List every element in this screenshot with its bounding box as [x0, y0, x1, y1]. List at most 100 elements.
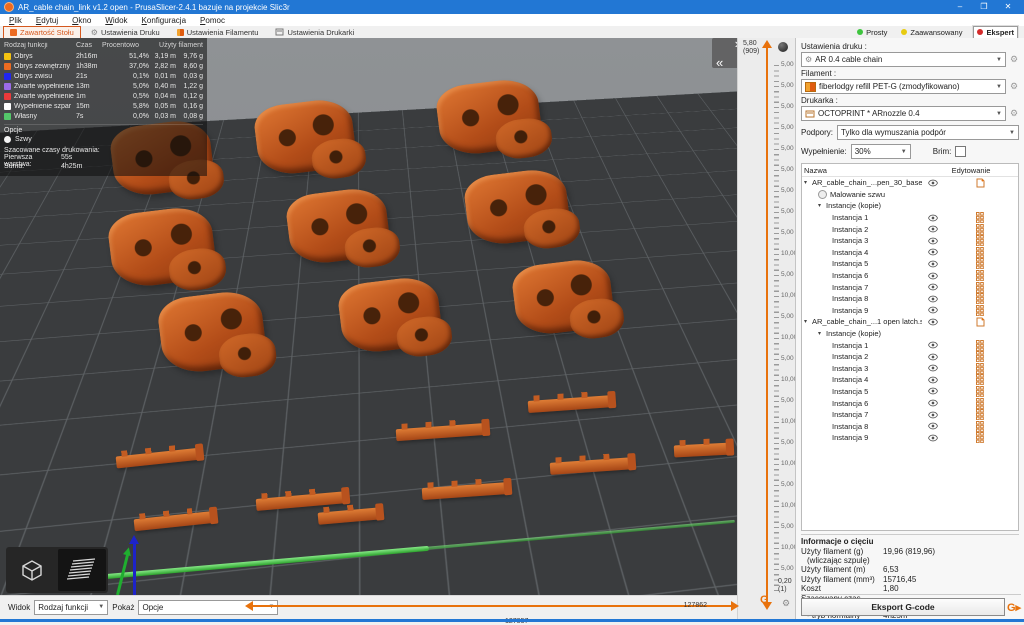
visibility-eye-icon[interactable]: [922, 295, 944, 303]
visibility-eye-icon[interactable]: [922, 179, 944, 187]
horizontal-range-slider[interactable]: 127862 127857: [245, 601, 739, 625]
seam-paint-row[interactable]: Malowanie szwu: [802, 189, 1018, 201]
visibility-eye-icon[interactable]: [922, 387, 944, 395]
visibility-eye-icon[interactable]: [922, 214, 944, 222]
instance-grid-icon[interactable]: [944, 235, 1016, 247]
instance-grid-icon[interactable]: [944, 374, 1016, 386]
maximize-button[interactable]: ❐: [972, 0, 996, 14]
instance-row[interactable]: Instancja 4: [802, 374, 1018, 386]
instance-grid-icon[interactable]: [944, 420, 1016, 432]
instance-grid-icon[interactable]: [944, 432, 1016, 444]
visibility-eye-icon[interactable]: [922, 353, 944, 361]
object-chain-link[interactable]: [155, 287, 269, 377]
instance-grid-icon[interactable]: [944, 258, 1016, 270]
visibility-eye-icon[interactable]: [922, 422, 944, 430]
layer-slider-handle[interactable]: [778, 42, 788, 52]
gear-icon[interactable]: ⚙: [782, 598, 790, 609]
printer-gear-button[interactable]: ⚙: [1009, 108, 1019, 119]
menu-item[interactable]: Edytuj: [29, 16, 65, 25]
instance-grid-icon[interactable]: [944, 212, 1016, 224]
expand-arrow-icon[interactable]: ▾: [804, 318, 812, 325]
supports-select[interactable]: Tylko dla wymuszania podpór ▼: [837, 125, 1019, 140]
visibility-eye-icon[interactable]: [922, 306, 944, 314]
instance-row[interactable]: Instancja 4: [802, 246, 1018, 259]
gcode-marker-icon[interactable]: G: [760, 594, 769, 606]
instance-row[interactable]: Instancja 1: [802, 212, 1018, 224]
instance-grid-icon[interactable]: [944, 304, 1016, 317]
visibility-eye-icon[interactable]: [922, 225, 944, 233]
instance-row[interactable]: Instancja 2: [802, 223, 1018, 235]
minimize-button[interactable]: –: [948, 0, 972, 14]
edit-object-icon[interactable]: [944, 178, 1016, 188]
instance-row[interactable]: Instancja 3: [802, 362, 1018, 375]
visibility-eye-icon[interactable]: [922, 318, 944, 326]
instances-group-row[interactable]: ▾ Instancje (kopie): [802, 200, 1018, 212]
filament-select[interactable]: fiberlodgy refill PET-G (zmodyfikowano) …: [801, 79, 1006, 94]
expand-arrow-icon[interactable]: ▾: [818, 202, 826, 209]
brim-checkbox[interactable]: [955, 146, 967, 157]
visibility-eye-icon[interactable]: [922, 283, 944, 291]
object-chain-link[interactable]: [252, 96, 358, 178]
instance-grid-icon[interactable]: [944, 362, 1016, 374]
collapse-sidebar-button[interactable]: » «: [712, 38, 737, 70]
expand-arrow-icon[interactable]: ▾: [804, 179, 812, 186]
menu-item[interactable]: Plik: [2, 16, 29, 25]
visibility-eye-icon[interactable]: [922, 411, 944, 419]
instance-grid-icon[interactable]: [944, 246, 1016, 259]
instance-row[interactable]: Instancja 9: [802, 432, 1018, 444]
object-chain-link[interactable]: [336, 274, 444, 356]
export-gcode-button[interactable]: Eksport G-code: [801, 598, 1005, 616]
tab-plater[interactable]: Zawartość Stołu: [3, 25, 81, 39]
instance-grid-icon[interactable]: [944, 385, 1016, 398]
3d-view-button[interactable]: [8, 549, 56, 591]
mode-simple[interactable]: Prosty: [854, 27, 890, 38]
instance-row[interactable]: Instancja 8: [802, 293, 1018, 305]
instance-row[interactable]: Instancja 7: [802, 281, 1018, 293]
edit-object-icon[interactable]: [944, 317, 1016, 327]
printer-select[interactable]: OCTOPRINT * ARnozzle 0.4 ▼: [801, 106, 1006, 121]
seams-toggle[interactable]: Szwy: [4, 134, 203, 145]
instance-row[interactable]: Instancja 8: [802, 420, 1018, 432]
instance-grid-icon[interactable]: [944, 223, 1016, 235]
instance-grid-icon[interactable]: [944, 293, 1016, 305]
instance-row[interactable]: Instancja 6: [802, 397, 1018, 409]
instance-grid-icon[interactable]: [944, 281, 1016, 293]
menu-item[interactable]: Okno: [65, 16, 98, 25]
visibility-eye-icon[interactable]: [922, 248, 944, 256]
mode-expert[interactable]: Ekspert: [973, 25, 1018, 39]
visibility-eye-icon[interactable]: [922, 341, 944, 349]
instances-group-row[interactable]: ▾ Instancje (kopie): [802, 328, 1018, 340]
print-settings-select[interactable]: ⚙ AR 0.4 cable chain ▼: [801, 52, 1006, 67]
visibility-eye-icon[interactable]: [922, 272, 944, 280]
instance-row[interactable]: Instancja 3: [802, 235, 1018, 247]
instance-grid-icon[interactable]: [944, 270, 1016, 282]
3d-viewport[interactable]: Rodzaj funkcji Czas Procentowo Użyty fil…: [0, 38, 737, 595]
instance-grid-icon[interactable]: [944, 339, 1016, 351]
object-chain-link[interactable]: [434, 76, 544, 158]
object-row[interactable]: ▾ AR_cable_chain_...pen_30_base.stl: [802, 177, 1018, 189]
menu-item[interactable]: Widok: [98, 16, 134, 25]
object-chain-link[interactable]: [284, 185, 392, 267]
print-settings-gear-button[interactable]: ⚙: [1009, 54, 1019, 65]
instance-row[interactable]: Instancja 5: [802, 385, 1018, 398]
object-chain-link[interactable]: [105, 203, 219, 291]
instance-row[interactable]: Instancja 5: [802, 258, 1018, 270]
visibility-eye-icon[interactable]: [922, 260, 944, 268]
tab-printer-settings[interactable]: Ustawienia Drukarki: [268, 26, 361, 39]
visibility-eye-icon[interactable]: [922, 364, 944, 372]
visibility-eye-icon[interactable]: [922, 376, 944, 384]
instance-row[interactable]: Instancja 1: [802, 339, 1018, 351]
tab-print-settings[interactable]: ⚙ Ustawienia Druku: [84, 26, 167, 39]
object-chain-link[interactable]: [462, 166, 572, 248]
instance-row[interactable]: Instancja 6: [802, 270, 1018, 282]
layer-slider-track[interactable]: [762, 40, 772, 610]
close-button[interactable]: ✕: [996, 0, 1020, 14]
visibility-eye-icon[interactable]: [922, 434, 944, 442]
infill-select[interactable]: 30% ▼: [850, 144, 911, 159]
instance-grid-icon[interactable]: [944, 397, 1016, 409]
instance-row[interactable]: Instancja 7: [802, 409, 1018, 421]
visibility-eye-icon[interactable]: [922, 399, 944, 407]
menu-item[interactable]: Konfiguracja: [135, 16, 193, 25]
menu-item[interactable]: Pomoc: [193, 16, 232, 25]
layers-view-button[interactable]: [58, 549, 106, 591]
